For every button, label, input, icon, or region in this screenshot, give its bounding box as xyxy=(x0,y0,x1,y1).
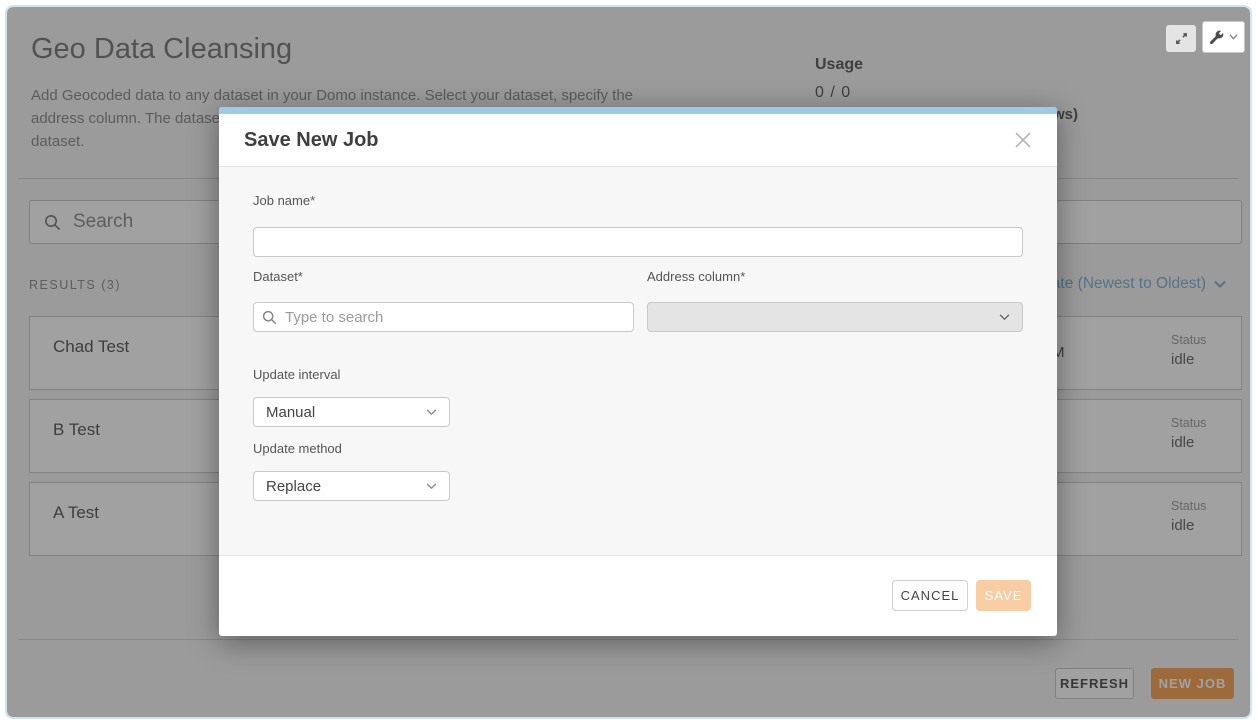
update-method-value: Replace xyxy=(266,478,426,495)
job-name-input[interactable] xyxy=(253,227,1023,257)
dialog-title: Save New Job xyxy=(244,129,1009,152)
dialog-body: Job name* Dataset* Address column* Updat… xyxy=(219,167,1057,555)
update-method-select[interactable]: Replace xyxy=(253,471,450,501)
close-button[interactable] xyxy=(1009,126,1037,154)
save-button[interactable]: SAVE xyxy=(976,580,1031,611)
wrench-icon xyxy=(1209,30,1224,45)
expand-icon xyxy=(1174,31,1189,46)
chevron-down-icon xyxy=(426,409,437,416)
dataset-search-input[interactable] xyxy=(285,309,625,326)
save-new-job-dialog: Save New Job Job name* Dataset* Address … xyxy=(219,107,1057,636)
search-icon xyxy=(262,310,277,325)
update-interval-select[interactable]: Manual xyxy=(253,397,450,427)
cancel-button[interactable]: CANCEL xyxy=(892,580,968,611)
chevron-down-icon xyxy=(426,483,437,490)
settings-dropdown-button[interactable] xyxy=(1202,21,1245,53)
chevron-down-icon xyxy=(999,314,1010,321)
dataset-search-field[interactable] xyxy=(253,302,634,332)
dialog-header: Save New Job xyxy=(219,114,1057,167)
update-method-label: Update method xyxy=(253,441,342,456)
expand-button[interactable] xyxy=(1166,25,1196,52)
card-controls xyxy=(1166,21,1245,53)
chevron-down-icon xyxy=(1229,34,1238,40)
address-column-select[interactable] xyxy=(647,302,1023,332)
app-frame: Geo Data Cleansing Add Geocoded data to … xyxy=(5,5,1252,719)
dataset-label: Dataset* xyxy=(253,269,303,284)
update-interval-label: Update interval xyxy=(253,367,340,382)
address-column-label: Address column* xyxy=(647,269,745,284)
dialog-footer: CANCEL SAVE xyxy=(219,555,1057,635)
dialog-accent-bar xyxy=(219,107,1057,114)
job-name-label: Job name* xyxy=(253,193,315,208)
update-interval-value: Manual xyxy=(266,404,426,421)
close-icon xyxy=(1013,130,1033,150)
